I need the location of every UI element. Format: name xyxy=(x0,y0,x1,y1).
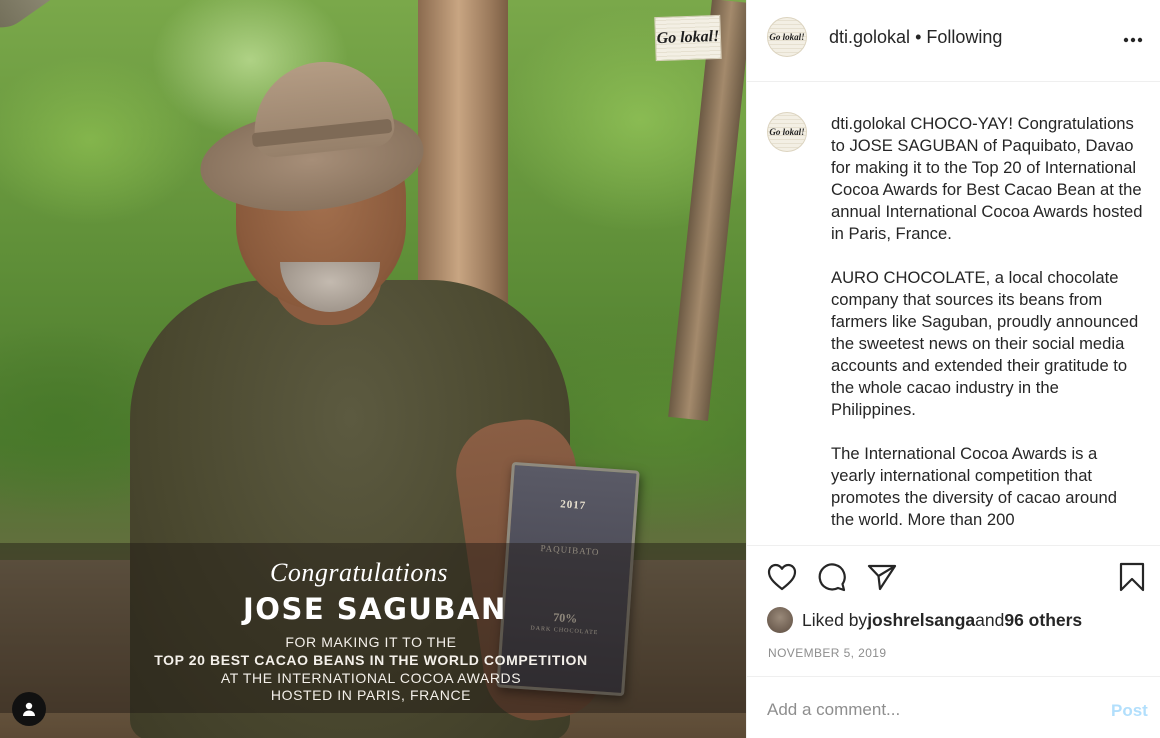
comment-input[interactable] xyxy=(767,695,1087,725)
golokal-logo: Go lokal! xyxy=(654,14,722,62)
post-side-panel: Go lokal! dti.golokal • Following Go lok… xyxy=(746,0,1160,738)
likes-prefix: Liked by xyxy=(802,609,868,630)
post-header: Go lokal! dti.golokal • Following xyxy=(747,0,1160,82)
header-separator: • xyxy=(910,27,927,47)
tagged-users-button[interactable] xyxy=(12,692,46,726)
likes-others-link[interactable]: 96 others xyxy=(1004,610,1082,631)
follow-status[interactable]: Following xyxy=(926,27,1002,47)
comment-row: Post xyxy=(747,676,1160,738)
save-button[interactable] xyxy=(1115,560,1149,594)
likes-middle: and xyxy=(975,609,1005,630)
tree-trunk xyxy=(0,0,167,40)
overlay-line: HOSTED IN PARIS, FRANCE xyxy=(270,687,472,703)
caption-area[interactable]: Go lokal! dti.golokal CHOCO-YAY! Congrat… xyxy=(747,83,1160,546)
share-icon xyxy=(867,564,897,591)
tree-trunk xyxy=(668,0,746,421)
like-button[interactable] xyxy=(765,560,799,594)
bookmark-icon xyxy=(1119,562,1145,592)
likes-summary: Liked by joshrelsanga and 96 others xyxy=(767,606,1082,634)
user-icon xyxy=(23,702,35,716)
share-button[interactable] xyxy=(865,560,899,594)
action-bar xyxy=(747,560,1160,600)
post-date[interactable]: NOVEMBER 5, 2019 xyxy=(768,646,886,660)
overlay-congrats: Congratulations xyxy=(270,558,448,587)
header-username[interactable]: dti.golokal xyxy=(829,27,910,47)
overlay-line: TOP 20 BEST CACAO BEANS IN THE WORLD COM… xyxy=(154,652,588,668)
liker-username[interactable]: joshrelsanga xyxy=(867,610,975,631)
header-user-line: dti.golokal • Following xyxy=(829,27,1002,48)
post-comment-button[interactable]: Post xyxy=(1111,701,1148,721)
profile-avatar[interactable]: Go lokal! xyxy=(767,17,807,57)
more-icon xyxy=(1123,37,1143,43)
caption-username[interactable]: dti.golokal xyxy=(831,114,906,133)
chocolate-year: 2017 xyxy=(559,498,587,513)
comment-button[interactable] xyxy=(815,560,849,594)
post-photo[interactable]: 2017 PAQUIBATO 70% DARK CHOCOLATE Congra… xyxy=(0,0,746,738)
liker-avatar[interactable] xyxy=(767,607,793,633)
caption-text: dti.golokal CHOCO-YAY! Congratulations t… xyxy=(831,113,1143,531)
heart-icon xyxy=(767,563,797,591)
overlay-line: AT THE INTERNATIONAL COCOA AWARDS xyxy=(220,670,522,686)
overlay-name: JOSE SAGUBAN xyxy=(243,592,507,626)
overlay-line: FOR MAKING IT TO THE xyxy=(285,634,457,650)
comment-icon xyxy=(818,563,846,592)
caption-body: CHOCO-YAY! Congratulations to JOSE SAGUB… xyxy=(831,114,1143,529)
caption-avatar[interactable]: Go lokal! xyxy=(767,112,807,152)
more-options-button[interactable] xyxy=(1121,28,1145,52)
